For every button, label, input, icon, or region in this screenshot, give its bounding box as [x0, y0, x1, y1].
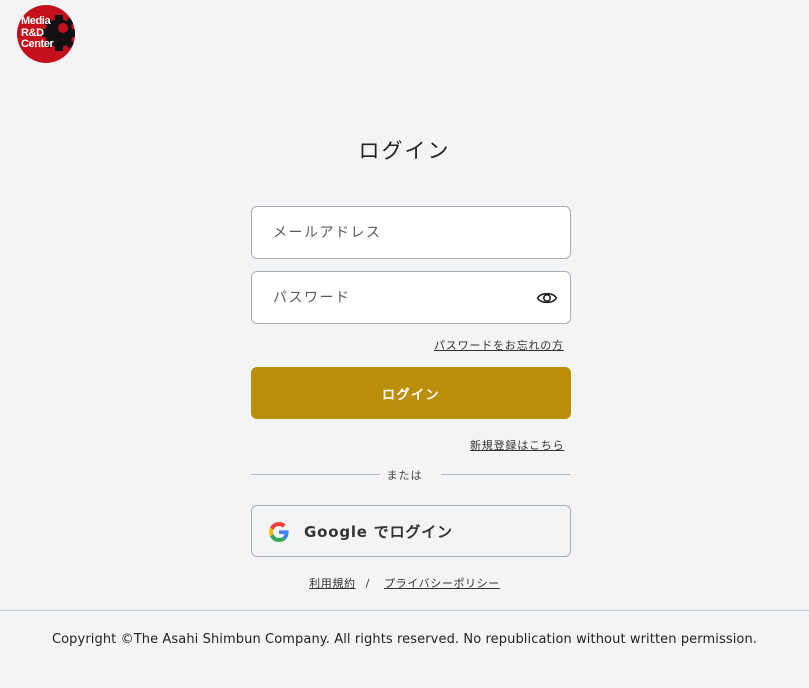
divider-line-right: [441, 474, 571, 475]
logo-line-3: Center: [21, 38, 54, 50]
eye-icon[interactable]: [536, 289, 558, 307]
google-login-label: Google でログイン: [304, 523, 453, 541]
copyright-text: Copyright ©The Asahi Shimbun Company. Al…: [51, 632, 758, 647]
legal-links: 利用規約 / プライバシーポリシー: [0, 575, 809, 591]
email-field-container: [251, 206, 571, 259]
footer-divider: [0, 610, 809, 611]
media-rd-center-logo[interactable]: Media R&D Center: [17, 5, 75, 63]
email-input[interactable]: [273, 207, 523, 258]
google-g-icon: [269, 522, 289, 542]
login-button[interactable]: ログイン: [251, 367, 571, 419]
logo-text: Media R&D Center: [21, 15, 54, 51]
legal-separator: /: [365, 577, 370, 590]
forgot-password-link[interactable]: パスワードをお忘れの方: [434, 337, 564, 353]
google-login-button[interactable]: Google でログイン: [251, 505, 571, 557]
privacy-policy-link[interactable]: プライバシーポリシー: [384, 577, 500, 590]
password-field-container: [251, 271, 571, 324]
page-title: ログイン: [358, 139, 451, 163]
terms-link[interactable]: 利用規約: [309, 577, 355, 590]
register-link[interactable]: 新規登録はこちら: [470, 437, 564, 453]
logo-line-1: Media: [21, 15, 51, 27]
divider-text: または: [386, 469, 423, 482]
password-input[interactable]: [273, 272, 523, 323]
